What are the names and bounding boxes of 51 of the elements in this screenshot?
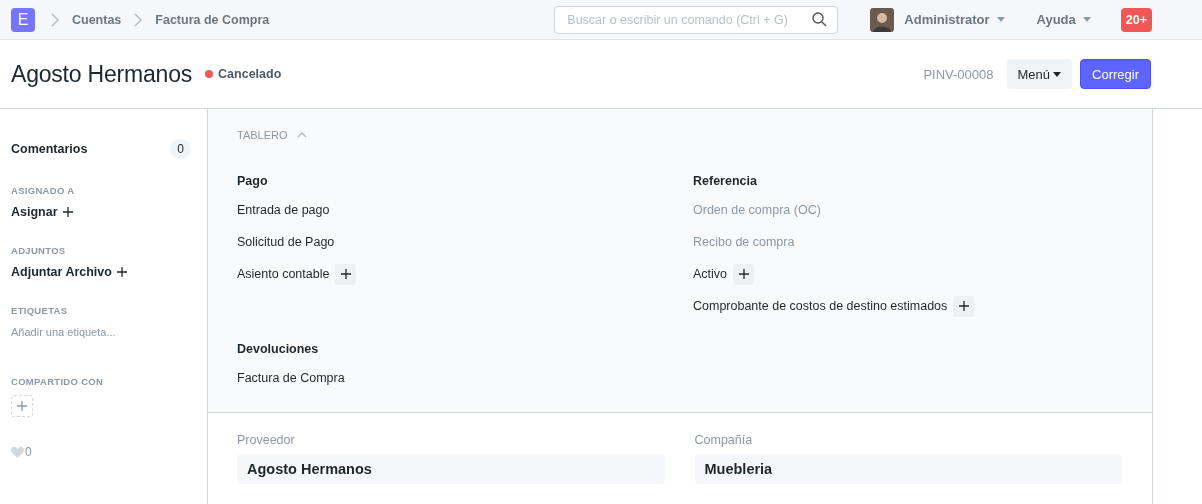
plus-icon [958, 301, 969, 311]
add-button[interactable] [733, 263, 755, 285]
plus-icon [116, 267, 127, 277]
add-button[interactable] [335, 263, 357, 285]
plus-icon [17, 401, 27, 411]
amend-button[interactable]: Corregir [1080, 59, 1151, 89]
chevron-up-icon [296, 132, 307, 138]
field-value[interactable]: Muebleria [694, 454, 1122, 484]
document-link[interactable]: Solicitud de Pago [237, 235, 335, 249]
caret-down-icon [1053, 71, 1062, 77]
section-label: COMPARTIDO CON [11, 376, 105, 387]
sidebar-action-link[interactable]: Asignar [11, 205, 73, 219]
caret-down-icon [1082, 17, 1091, 22]
document-link[interactable]: Activo [693, 267, 728, 281]
menu-button[interactable]: Menú [1006, 59, 1073, 89]
breadcrumb-link[interactable]: Factura de Compra [155, 12, 270, 27]
field-value[interactable]: Agosto Hermanos [237, 454, 665, 484]
user-menu[interactable]: Administrator [904, 12, 990, 27]
field-label: Compañía [694, 433, 754, 447]
search-icon [812, 12, 828, 27]
group-heading: Referencia [693, 174, 758, 188]
app-logo[interactable]: E [11, 7, 35, 32]
document-link[interactable]: Entrada de pago [237, 203, 330, 217]
group-heading: Devoluciones [237, 342, 320, 356]
section-label: ADJUNTOS [11, 245, 67, 256]
document-link[interactable]: Factura de Compra [237, 371, 345, 385]
section-label: ETIQUETAS [11, 305, 69, 316]
comments-link[interactable]: Comentarios [11, 142, 88, 156]
comment-count: 0 [170, 139, 191, 159]
sidebar-action-link[interactable]: Adjuntar Archivo [11, 265, 127, 279]
page-title: Agosto Hermanos [11, 60, 193, 88]
plus-icon [738, 269, 749, 279]
field-label: Proveedor [237, 433, 296, 447]
plus-icon [62, 207, 73, 217]
chevron-right-icon [51, 12, 59, 27]
document-link[interactable]: Asiento contable [237, 267, 330, 281]
help-menu[interactable]: Ayuda [1036, 12, 1076, 27]
section-label: ASIGNADO A [11, 185, 76, 196]
group-heading: Pago [237, 174, 269, 188]
document-link[interactable]: Comprobante de costos de destino estimados [693, 299, 948, 313]
heart-icon [11, 446, 24, 458]
caret-down-icon [996, 17, 1005, 22]
plus-icon [340, 269, 351, 279]
chevron-right-icon [134, 12, 143, 27]
add-button[interactable] [953, 295, 975, 317]
avatar-icon [870, 7, 895, 32]
like-count: 0 [25, 445, 32, 459]
search-field[interactable]: Buscar o escribir un comando (Ctrl + G) [554, 5, 839, 34]
status-indicator: Cancelado [218, 67, 282, 81]
breadcrumb-link[interactable]: Cuentas [72, 12, 122, 27]
document-id: PINV-00008 [923, 66, 994, 82]
